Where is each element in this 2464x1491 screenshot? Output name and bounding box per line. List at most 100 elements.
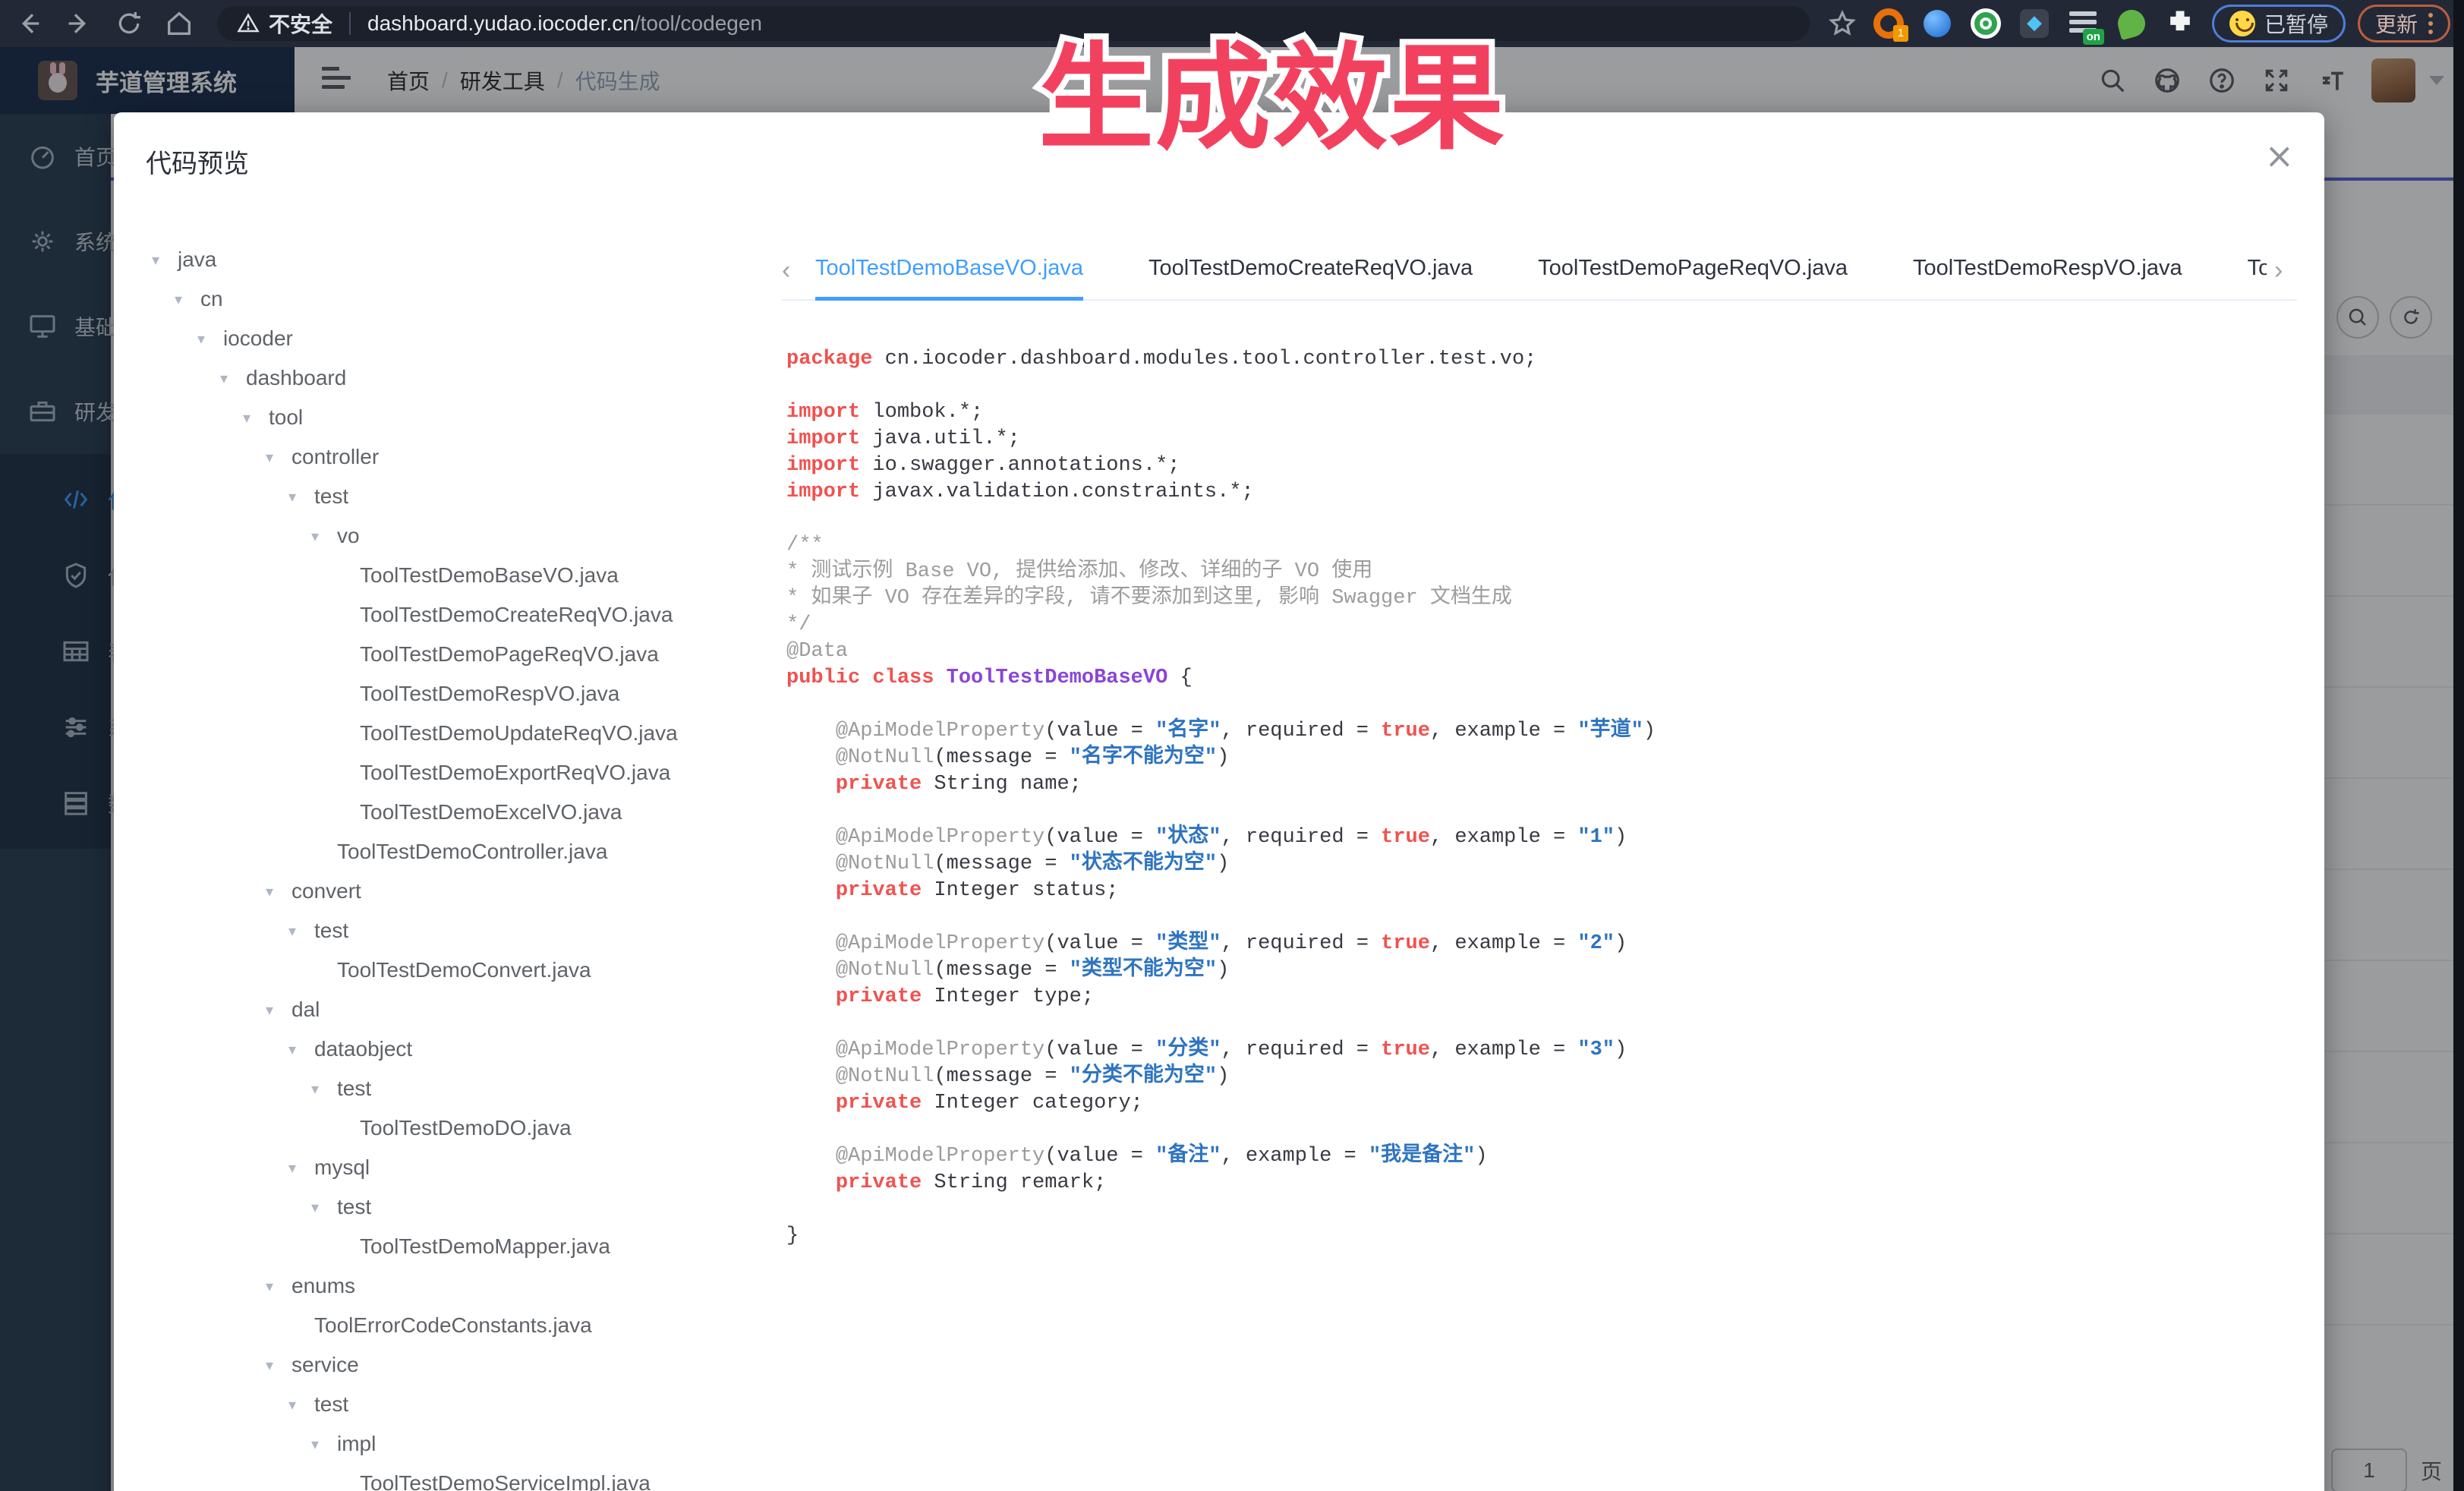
code-tab[interactable]: ToolTestDemoBaseVO.java (815, 240, 1083, 301)
not-secure-icon (237, 12, 260, 35)
tree-folder-node[interactable]: ▾controller (141, 437, 764, 477)
tree-node-label: dashboard (246, 366, 346, 390)
tree-folder-node[interactable]: ▾test (141, 1187, 764, 1227)
dialog-title: 代码预览 (146, 143, 249, 180)
tree-node-label: mysql (314, 1155, 370, 1180)
tree-node-label: dataobject (314, 1037, 412, 1061)
code-line (786, 1196, 1656, 1223)
tree-file-node[interactable]: ToolTestDemoController.java (141, 832, 764, 872)
code-line: @NotNull(message = "状态不能为空") (786, 851, 1656, 878)
tree-file-node[interactable]: ToolTestDemoCreateReqVO.java (141, 595, 764, 635)
code-tab[interactable]: ToolTestDemoCreateReqVO.java (1149, 240, 1473, 301)
tree-file-node[interactable]: ToolTestDemoRespVO.java (141, 674, 764, 714)
caret-down-icon[interactable]: ▾ (288, 922, 314, 941)
browser-menu-icon[interactable] (2428, 13, 2433, 34)
code-tab[interactable]: ToolTestDemoPageReqVO.java (1538, 240, 1848, 301)
code-line (786, 373, 1656, 399)
back-icon[interactable] (14, 8, 44, 39)
code-line: @NotNull(message = "名字不能为空") (786, 745, 1656, 771)
tree-folder-node[interactable]: ▾java (141, 240, 764, 279)
tree-folder-node[interactable]: ▾cn (141, 279, 764, 319)
tree-file-node[interactable]: ToolTestDemoBaseVO.java (141, 556, 764, 595)
code-preview-dialog: 代码预览 × ▾java▾cn▾iocoder▾dashboard▾tool▾c… (114, 112, 2324, 1491)
extensions-puzzle-icon[interactable] (2163, 7, 2197, 40)
extension-pin-icon[interactable] (1920, 7, 1954, 40)
tree-node-label: ToolErrorCodeConstants.java (314, 1313, 592, 1338)
extension-diamond-icon[interactable] (2018, 7, 2051, 40)
home-icon[interactable] (164, 8, 194, 39)
code-line: /** (786, 532, 1656, 559)
tree-folder-node[interactable]: ▾test (141, 1069, 764, 1108)
caret-down-icon[interactable]: ▾ (266, 448, 291, 467)
caret-down-icon[interactable]: ▾ (266, 882, 291, 901)
tree-folder-node[interactable]: ▾test (141, 911, 764, 950)
extension-orange-icon[interactable]: 1 (1872, 7, 1905, 40)
tabs-scroll-left-icon[interactable]: ‹ (782, 254, 805, 287)
extension-tampermonkey-icon[interactable]: on (2066, 7, 2100, 40)
code-tab[interactable]: ToolTe (2248, 240, 2267, 301)
caret-down-icon[interactable]: ▾ (288, 1158, 314, 1177)
tree-folder-node[interactable]: ▾service (141, 1345, 764, 1385)
tree-folder-node[interactable]: ▾iocoder (141, 319, 764, 358)
code-line: @NotNull(message = "类型不能为空") (786, 957, 1656, 984)
tree-folder-node[interactable]: ▾vo (141, 516, 764, 556)
tree-file-node[interactable]: ToolErrorCodeConstants.java (141, 1306, 764, 1345)
caret-down-icon[interactable]: ▾ (243, 408, 269, 427)
close-icon[interactable]: × (2264, 138, 2294, 173)
tree-folder-node[interactable]: ▾test (141, 1385, 764, 1424)
code-line (786, 1010, 1656, 1037)
address-bar[interactable]: 不安全 dashboard.yudao.iocoder.cn/tool/code… (217, 6, 1810, 41)
tree-file-node[interactable]: ToolTestDemoConvert.java (141, 950, 764, 990)
update-button[interactable]: 更新 (2358, 5, 2450, 43)
caret-down-icon[interactable]: ▾ (311, 1435, 337, 1454)
caret-down-icon[interactable]: ▾ (266, 1356, 291, 1375)
tree-file-node[interactable]: ToolTestDemoUpdateReqVO.java (141, 714, 764, 753)
tree-folder-node[interactable]: ▾dataobject (141, 1029, 764, 1069)
caret-down-icon[interactable]: ▾ (220, 369, 246, 388)
tree-folder-node[interactable]: ▾mysql (141, 1148, 764, 1187)
caret-down-icon[interactable]: ▾ (152, 251, 178, 270)
code-tab[interactable]: ToolTestDemoRespVO.java (1913, 240, 2182, 301)
code-line: import io.swagger.annotations.*; (786, 452, 1656, 479)
tabs-scroll-right-icon[interactable]: › (2274, 254, 2297, 287)
tree-node-label: service (291, 1353, 359, 1377)
caret-down-icon[interactable]: ▾ (288, 1040, 314, 1059)
code-line: * 如果子 VO 存在差异的字段, 请不要添加到这里, 影响 Swagger 文… (786, 585, 1656, 612)
tree-folder-node[interactable]: ▾tool (141, 398, 764, 437)
tree-node-label: test (337, 1076, 371, 1101)
tree-folder-node[interactable]: ▾dal (141, 990, 764, 1029)
caret-down-icon[interactable]: ▾ (197, 329, 223, 348)
caret-down-icon[interactable]: ▾ (175, 290, 200, 309)
reload-icon[interactable] (114, 8, 144, 39)
tree-folder-node[interactable]: ▾convert (141, 872, 764, 911)
tree-folder-node[interactable]: ▾test (141, 477, 764, 516)
extension-green-circle-icon[interactable] (1969, 7, 2002, 40)
tree-folder-node[interactable]: ▾dashboard (141, 358, 764, 398)
tree-node-label: ToolTestDemoDO.java (360, 1116, 572, 1140)
tree-folder-node[interactable]: ▾enums (141, 1266, 764, 1306)
tree-file-node[interactable]: ToolTestDemoServiceImpl.java (141, 1464, 764, 1491)
forward-icon[interactable] (64, 8, 94, 39)
caret-down-icon[interactable]: ▾ (288, 487, 314, 506)
caret-down-icon[interactable]: ▾ (311, 1198, 337, 1217)
tree-file-node[interactable]: ToolTestDemoDO.java (141, 1108, 764, 1148)
caret-down-icon[interactable]: ▾ (266, 1277, 291, 1296)
paused-chip[interactable]: 已暂停 (2212, 5, 2346, 43)
tree-file-node[interactable]: ToolTestDemoMapper.java (141, 1227, 764, 1266)
caret-down-icon[interactable]: ▾ (288, 1395, 314, 1414)
tree-node-label: test (337, 1195, 371, 1219)
security-label: 不安全 (269, 8, 332, 39)
bookmark-star-icon[interactable] (1828, 9, 1857, 38)
caret-down-icon[interactable]: ▾ (266, 1001, 291, 1020)
caret-down-icon[interactable]: ▾ (311, 527, 337, 546)
tree-file-node[interactable]: ToolTestDemoExportReqVO.java (141, 753, 764, 793)
caret-down-icon[interactable]: ▾ (311, 1080, 337, 1099)
tree-file-node[interactable]: ToolTestDemoExcelVO.java (141, 793, 764, 832)
tree-node-label: iocoder (223, 326, 293, 351)
code-line: import lombok.*; (786, 399, 1656, 426)
code-panel: ‹ ToolTestDemoBaseVO.java ToolTestDemoCre… (782, 240, 2297, 1491)
code-line: package cn.iocoder.dashboard.modules.too… (786, 346, 1656, 373)
tree-file-node[interactable]: ToolTestDemoPageReqVO.java (141, 635, 764, 674)
extension-leaf-icon[interactable] (2115, 7, 2148, 40)
tree-folder-node[interactable]: ▾impl (141, 1424, 764, 1464)
